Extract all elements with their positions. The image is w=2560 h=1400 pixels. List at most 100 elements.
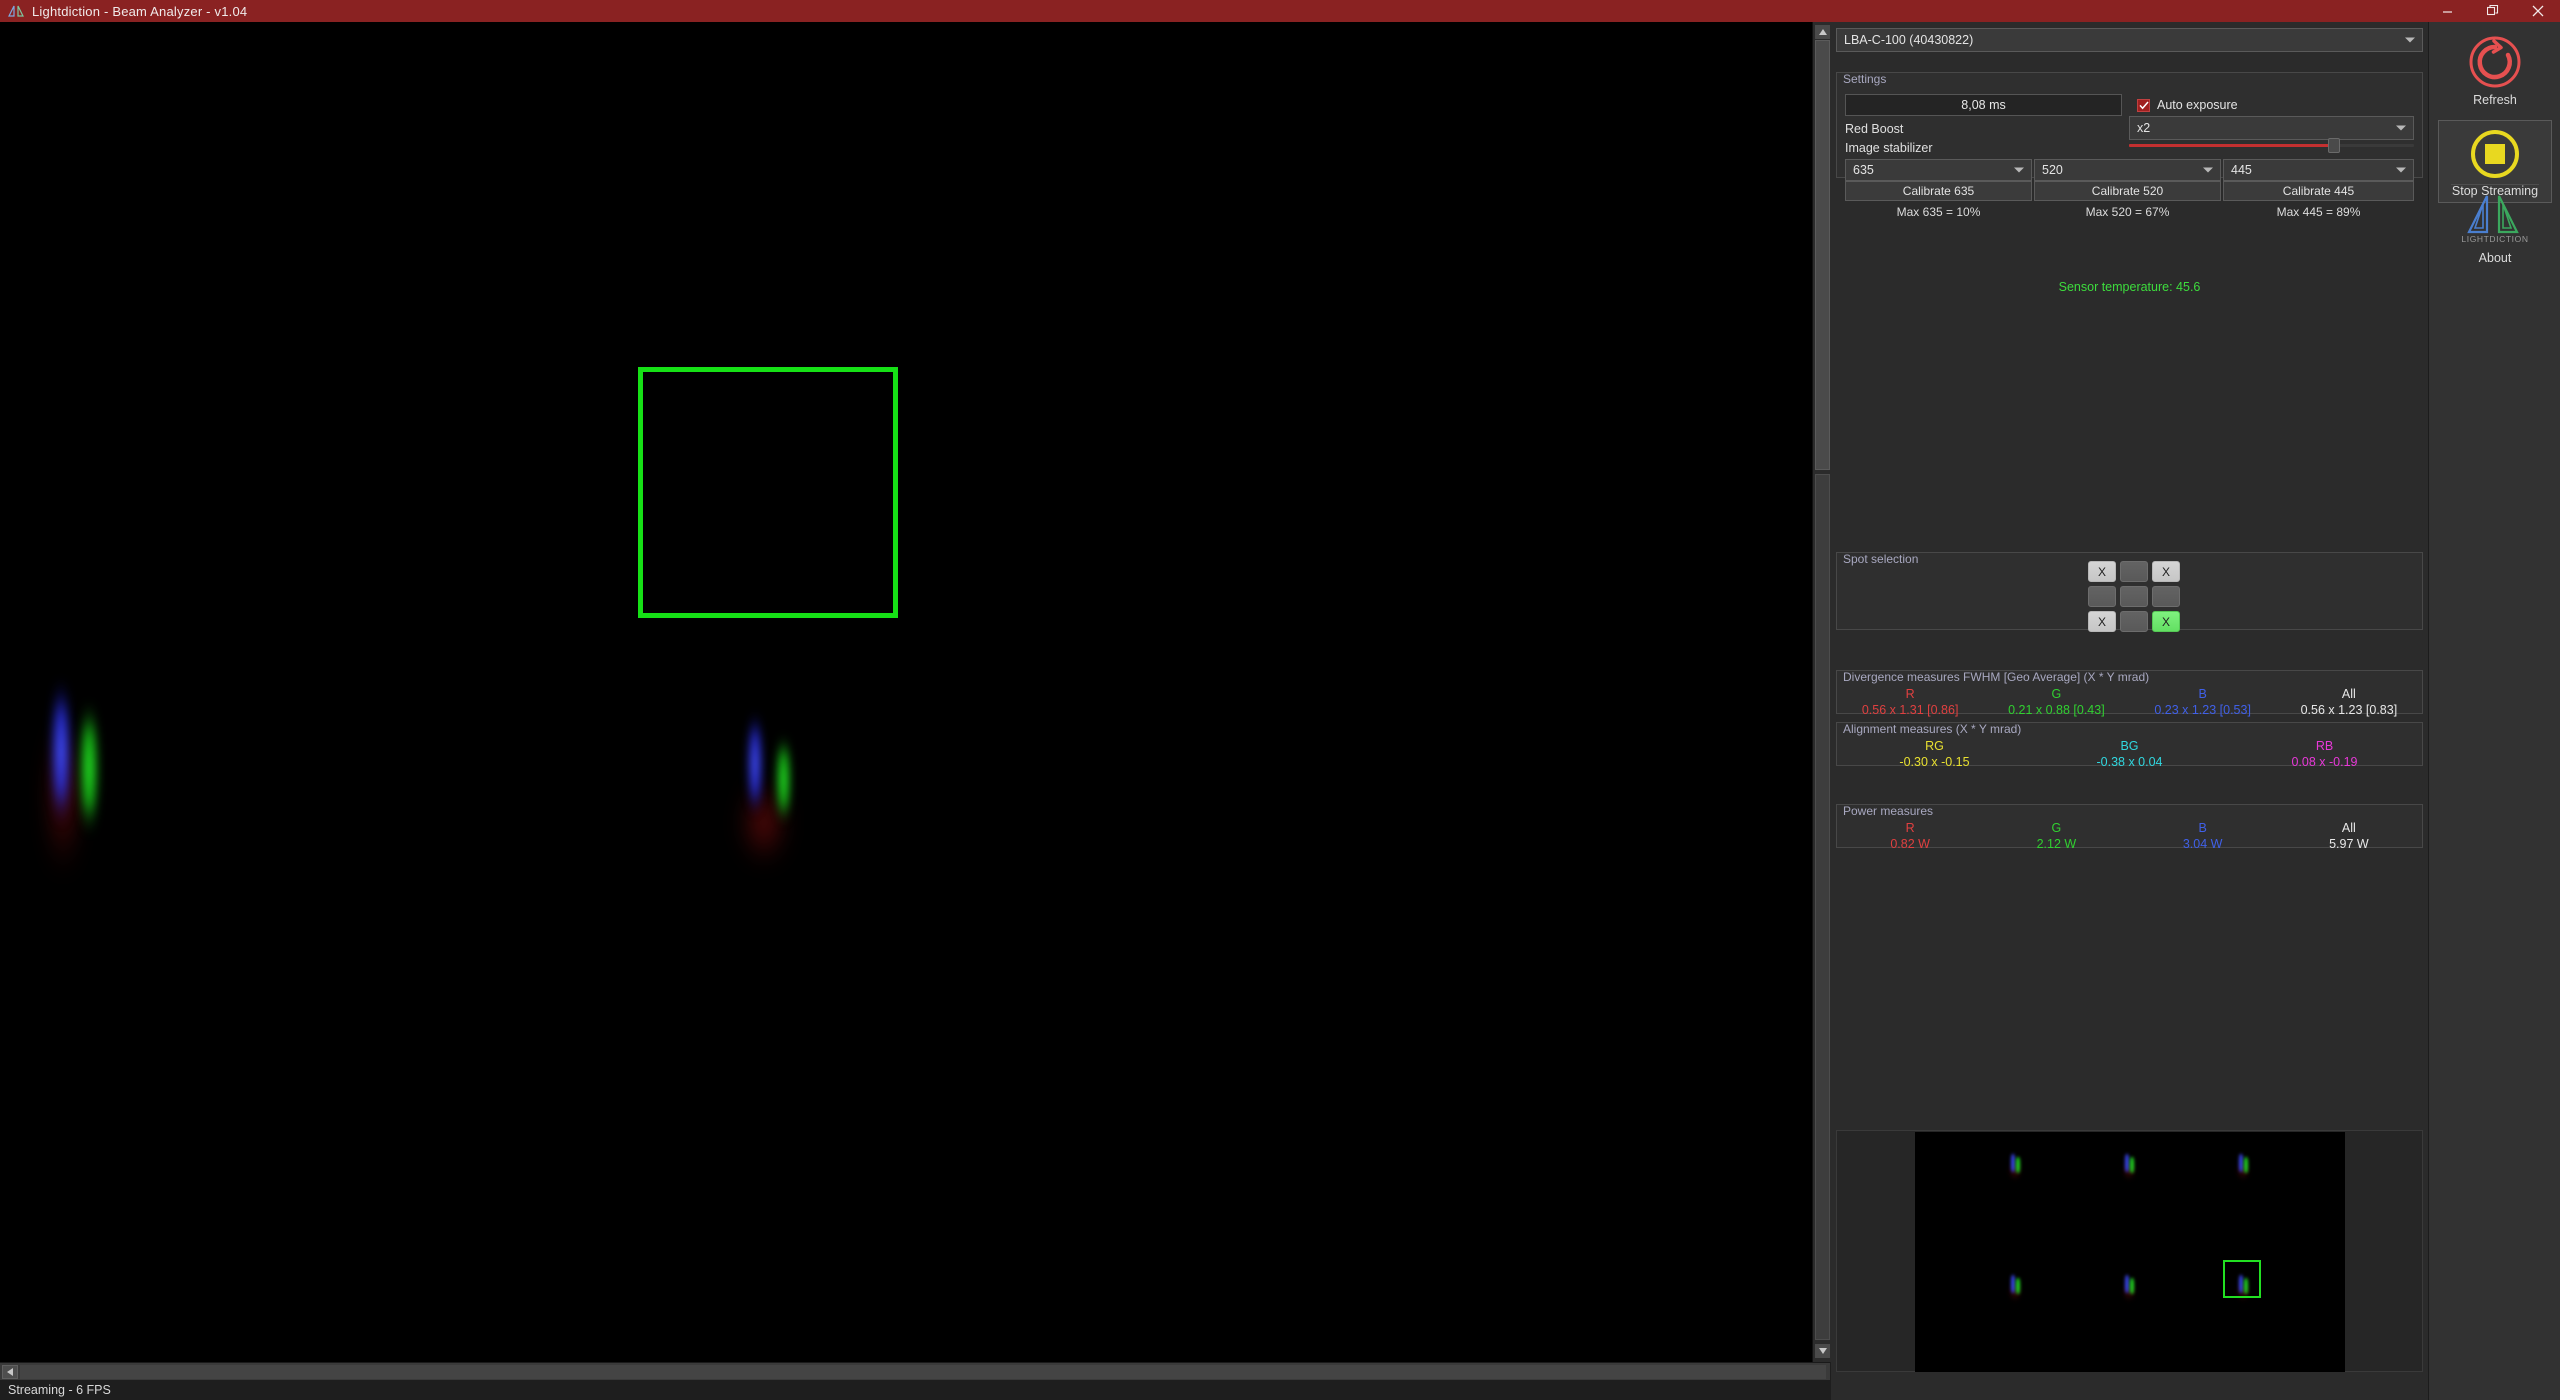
lightdiction-logo-icon: LIGHTDICTION <box>2459 192 2531 248</box>
spot-cell-5[interactable] <box>2152 586 2180 607</box>
divergence-value-2: 0.23 x 1.23 [0.53] <box>2130 702 2276 718</box>
window-title: Lightdiction - Beam Analyzer - v1.04 <box>32 4 247 19</box>
spot-cell-1[interactable] <box>2120 561 2148 582</box>
divergence-head-3: All <box>2276 687 2422 702</box>
beam-blue-streak <box>48 674 74 844</box>
power-value-3: 5.97 W <box>2276 836 2422 852</box>
alignment-value-2: 0.08 x -0.19 <box>2227 754 2422 770</box>
wavelength-value-0: 635 <box>1853 163 1874 177</box>
restore-button[interactable] <box>2470 0 2515 22</box>
divergence-value-1: 0.21 x 0.88 [0.43] <box>1983 702 2129 718</box>
viewer-horizontal-scrollbar[interactable] <box>0 1362 1830 1380</box>
divergence-group: Divergence measures FWHM [Geo Average] (… <box>1836 670 2423 714</box>
scroll-up-arrow-icon[interactable] <box>1815 25 1830 39</box>
image-stabilizer-slider[interactable] <box>2129 137 2414 153</box>
viewer-vscroll-thumb[interactable] <box>1815 40 1830 470</box>
power-col-3: All5.97 W <box>2276 821 2422 852</box>
auto-exposure-checkbox-wrap[interactable]: Auto exposure <box>2137 94 2238 116</box>
red-boost-label: Red Boost <box>1845 122 1903 136</box>
red-boost-value: x2 <box>2137 121 2150 135</box>
spot-cell-7[interactable] <box>2120 611 2148 632</box>
alignment-head-2: RB <box>2227 739 2422 754</box>
stop-icon <box>2468 127 2522 181</box>
refresh-button[interactable]: Refresh <box>2440 34 2550 107</box>
divergence-head-0: R <box>1837 687 1983 702</box>
beam-canvas <box>0 22 1830 1362</box>
auto-exposure-checkbox[interactable] <box>2137 99 2150 112</box>
alignment-group: Alignment measures (X * Y mrad) RG-0.30 … <box>1836 722 2423 766</box>
exposure-time-field[interactable]: 8,08 ms <box>1845 94 2122 116</box>
spot-cell-0[interactable]: X <box>2088 561 2116 582</box>
max-445-value: Max 445 = 89% <box>2223 205 2414 219</box>
stop-streaming-button[interactable]: Stop Streaming <box>2438 120 2552 203</box>
alignment-value-0: -0.30 x -0.15 <box>1837 754 2032 770</box>
power-group: Power measures R0.82 WG2.12 WB3.04 WAll5… <box>1836 804 2423 848</box>
power-head-0: R <box>1837 821 1983 836</box>
close-button[interactable] <box>2515 0 2560 22</box>
settings-group: Settings 8,08 ms Auto exposure Red Boost… <box>1836 72 2423 178</box>
preview-spot-1 <box>2123 1154 2137 1180</box>
power-group-label: Power measures <box>1841 804 1935 818</box>
spot-selection-grid[interactable]: X X X X <box>2088 561 2180 632</box>
about-button[interactable]: LIGHTDICTION About <box>2440 192 2550 265</box>
divergence-head-2: B <box>2130 687 2276 702</box>
divergence-col-2: B0.23 x 1.23 [0.53] <box>2130 687 2276 718</box>
slider-handle[interactable] <box>2328 138 2340 153</box>
wavelength-select-445[interactable]: 445 <box>2223 159 2414 181</box>
divergence-group-label: Divergence measures FWHM [Geo Average] (… <box>1841 670 2151 684</box>
alignment-row: RG-0.30 x -0.15BG-0.38 x 0.04RB0.08 x -0… <box>1837 739 2422 770</box>
preview-spot-0 <box>2009 1154 2023 1180</box>
device-label: LBA-C-100 (40430822) <box>1844 33 1973 47</box>
beam-viewer[interactable] <box>0 22 1830 1362</box>
max-635-value: Max 635 = 10% <box>1845 205 2032 219</box>
spot-cell-4[interactable] <box>2120 586 2148 607</box>
power-head-1: G <box>1983 821 2129 836</box>
chevron-down-icon <box>2396 168 2406 173</box>
spot-cell-3[interactable] <box>2088 586 2116 607</box>
minimize-button[interactable] <box>2425 0 2470 22</box>
spot-cell-6[interactable]: X <box>2088 611 2116 632</box>
divergence-row: R0.56 x 1.31 [0.86]G0.21 x 0.88 [0.43]B0… <box>1837 687 2422 718</box>
wavelength-value-1: 520 <box>2042 163 2063 177</box>
power-value-2: 3.04 W <box>2130 836 2276 852</box>
about-label: About <box>2479 251 2512 265</box>
beam-green-streak <box>77 688 101 842</box>
max-520-value: Max 520 = 67% <box>2034 205 2221 219</box>
viewer-vertical-scrollbar[interactable] <box>1812 22 1831 1362</box>
chevron-down-icon <box>2405 38 2415 43</box>
viewer-hscroll-thumb[interactable] <box>20 1365 1826 1379</box>
control-panel: LBA-C-100 (40430822) Settings 8,08 ms Au… <box>1831 22 2428 1400</box>
status-bar: Streaming - 6 FPS <box>0 1380 1830 1400</box>
calibrate-520-button[interactable]: Calibrate 520 <box>2034 181 2221 201</box>
power-value-0: 0.82 W <box>1837 836 1983 852</box>
beam-selection-box[interactable] <box>638 367 898 618</box>
refresh-label: Refresh <box>2473 93 2517 107</box>
divergence-value-0: 0.56 x 1.31 [0.86] <box>1837 702 1983 718</box>
alignment-head-0: RG <box>1837 739 2032 754</box>
spot-cell-2[interactable]: X <box>2152 561 2180 582</box>
wavelength-select-635[interactable]: 635 <box>1845 159 2032 181</box>
auto-exposure-label: Auto exposure <box>2157 98 2238 112</box>
alignment-col-2: RB0.08 x -0.19 <box>2227 739 2422 770</box>
window-controls <box>2425 0 2560 22</box>
power-col-2: B3.04 W <box>2130 821 2276 852</box>
spot-selection-label: Spot selection <box>1841 552 1920 566</box>
scroll-down-arrow-icon[interactable] <box>1815 1344 1830 1358</box>
beam-green-streak <box>774 725 793 830</box>
power-value-1: 2.12 W <box>1983 836 2129 852</box>
status-text: Streaming - 6 FPS <box>8 1383 111 1397</box>
preview-image[interactable] <box>1915 1132 2345 1372</box>
power-col-0: R0.82 W <box>1837 821 1983 852</box>
device-select[interactable]: LBA-C-100 (40430822) <box>1836 28 2423 52</box>
spot-cell-8[interactable]: X <box>2152 611 2180 632</box>
preview-selection-box[interactable] <box>2223 1260 2261 1298</box>
sensor-temperature: Sensor temperature: 45.6 <box>1836 280 2423 294</box>
wavelength-select-520[interactable]: 520 <box>2034 159 2221 181</box>
calibrate-445-button[interactable]: Calibrate 445 <box>2223 181 2414 201</box>
application-window: Lightdiction - Beam Analyzer - v1.04 <box>0 0 2560 1400</box>
divergence-value-3: 0.56 x 1.23 [0.83] <box>2276 702 2422 718</box>
alignment-group-label: Alignment measures (X * Y mrad) <box>1841 722 2023 736</box>
scroll-left-arrow-icon[interactable] <box>2 1365 18 1379</box>
calibrate-635-button[interactable]: Calibrate 635 <box>1845 181 2032 201</box>
viewer-vscroll-track[interactable] <box>1815 474 1830 1340</box>
